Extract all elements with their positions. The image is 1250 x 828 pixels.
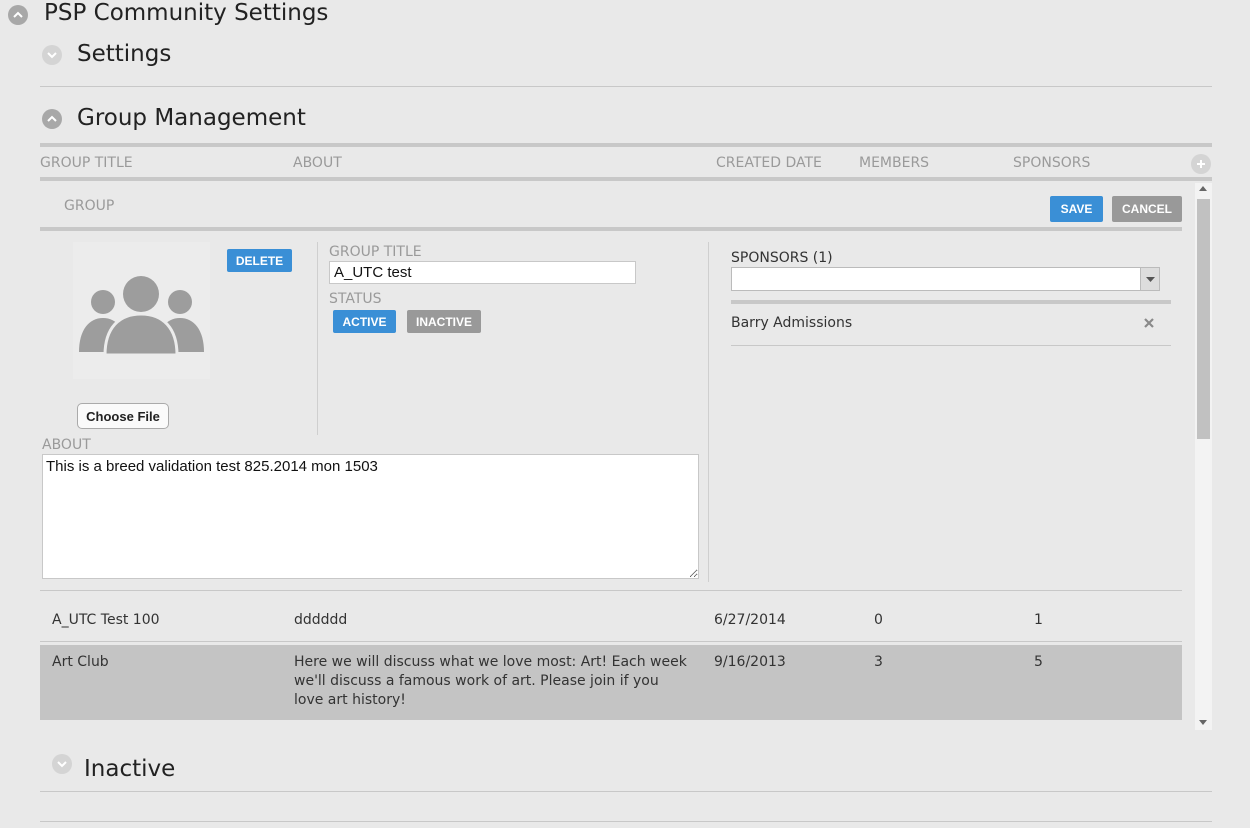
group-icon [79,276,204,357]
status-active-button[interactable]: ACTIVE [333,310,396,333]
scroll-up-arrow[interactable] [1199,186,1207,191]
group-title-label: GROUP TITLE [329,244,422,260]
delete-photo-button[interactable]: DELETE [227,249,292,272]
divider [40,86,1212,87]
page-title: PSP Community Settings [44,0,329,26]
expand-icon[interactable] [52,754,72,774]
sponsor-select[interactable] [731,267,1160,291]
column-divider [708,242,709,582]
status-inactive-button[interactable]: INACTIVE [407,310,481,333]
row-members: 0 [874,612,883,628]
chevron-down-icon [1146,277,1155,282]
table-row[interactable]: Art Club Here we will discuss what we lo… [40,645,1182,720]
row-created: 6/27/2014 [714,612,786,628]
editor-header-label: GROUP [64,198,115,214]
divider [731,300,1171,304]
row-sponsors: 5 [1034,654,1043,670]
scroll-down-arrow[interactable] [1199,720,1207,725]
group-title-input[interactable] [329,261,636,284]
divider [40,641,1182,642]
choose-file-button[interactable]: Choose File [77,403,169,429]
column-header-created-date[interactable]: CREATED DATE [716,155,822,171]
divider [40,791,1212,792]
row-sponsors: 1 [1034,612,1043,628]
column-divider [317,242,318,435]
save-button[interactable]: SAVE [1050,196,1103,222]
scrollbar-thumb[interactable] [1197,199,1210,439]
divider [40,177,1212,181]
remove-sponsor-icon[interactable] [1143,314,1155,328]
cancel-button[interactable]: CANCEL [1112,196,1182,222]
about-textarea[interactable]: This is a breed validation test 825.2014… [42,454,699,579]
section-title-group-management[interactable]: Group Management [77,105,306,131]
collapse-icon[interactable] [42,109,62,129]
row-title: Art Club [52,654,109,670]
add-group-icon[interactable] [1191,154,1211,174]
column-header-about[interactable]: ABOUT [293,155,342,171]
divider [40,143,1212,147]
group-avatar [73,242,210,379]
row-created: 9/16/2013 [714,654,786,670]
divider [40,227,1182,231]
scrollbar[interactable] [1195,183,1212,730]
divider [731,345,1171,346]
divider [40,821,1212,822]
status-label: STATUS [329,291,382,307]
column-header-sponsors[interactable]: SPONSORS [1013,155,1090,171]
row-members: 3 [874,654,883,670]
about-label: ABOUT [42,437,91,453]
row-title: A_UTC Test 100 [52,612,160,628]
sponsor-name: Barry Admissions [731,315,853,331]
row-about: Here we will discuss what we love most: … [294,654,687,708]
section-title-settings[interactable]: Settings [77,41,171,67]
collapse-icon[interactable] [8,5,28,25]
table-row[interactable]: A_UTC Test 100 dddddd 6/27/2014 0 1 [40,600,1182,640]
column-header-members[interactable]: MEMBERS [859,155,929,171]
section-title-inactive[interactable]: Inactive [84,756,175,782]
divider [40,590,1182,591]
row-about: dddddd [294,612,348,628]
dropdown-toggle[interactable] [1140,268,1159,290]
sponsors-label: SPONSORS (1) [731,250,833,266]
expand-icon[interactable] [42,45,62,65]
column-header-group-title[interactable]: GROUP TITLE [40,155,133,171]
